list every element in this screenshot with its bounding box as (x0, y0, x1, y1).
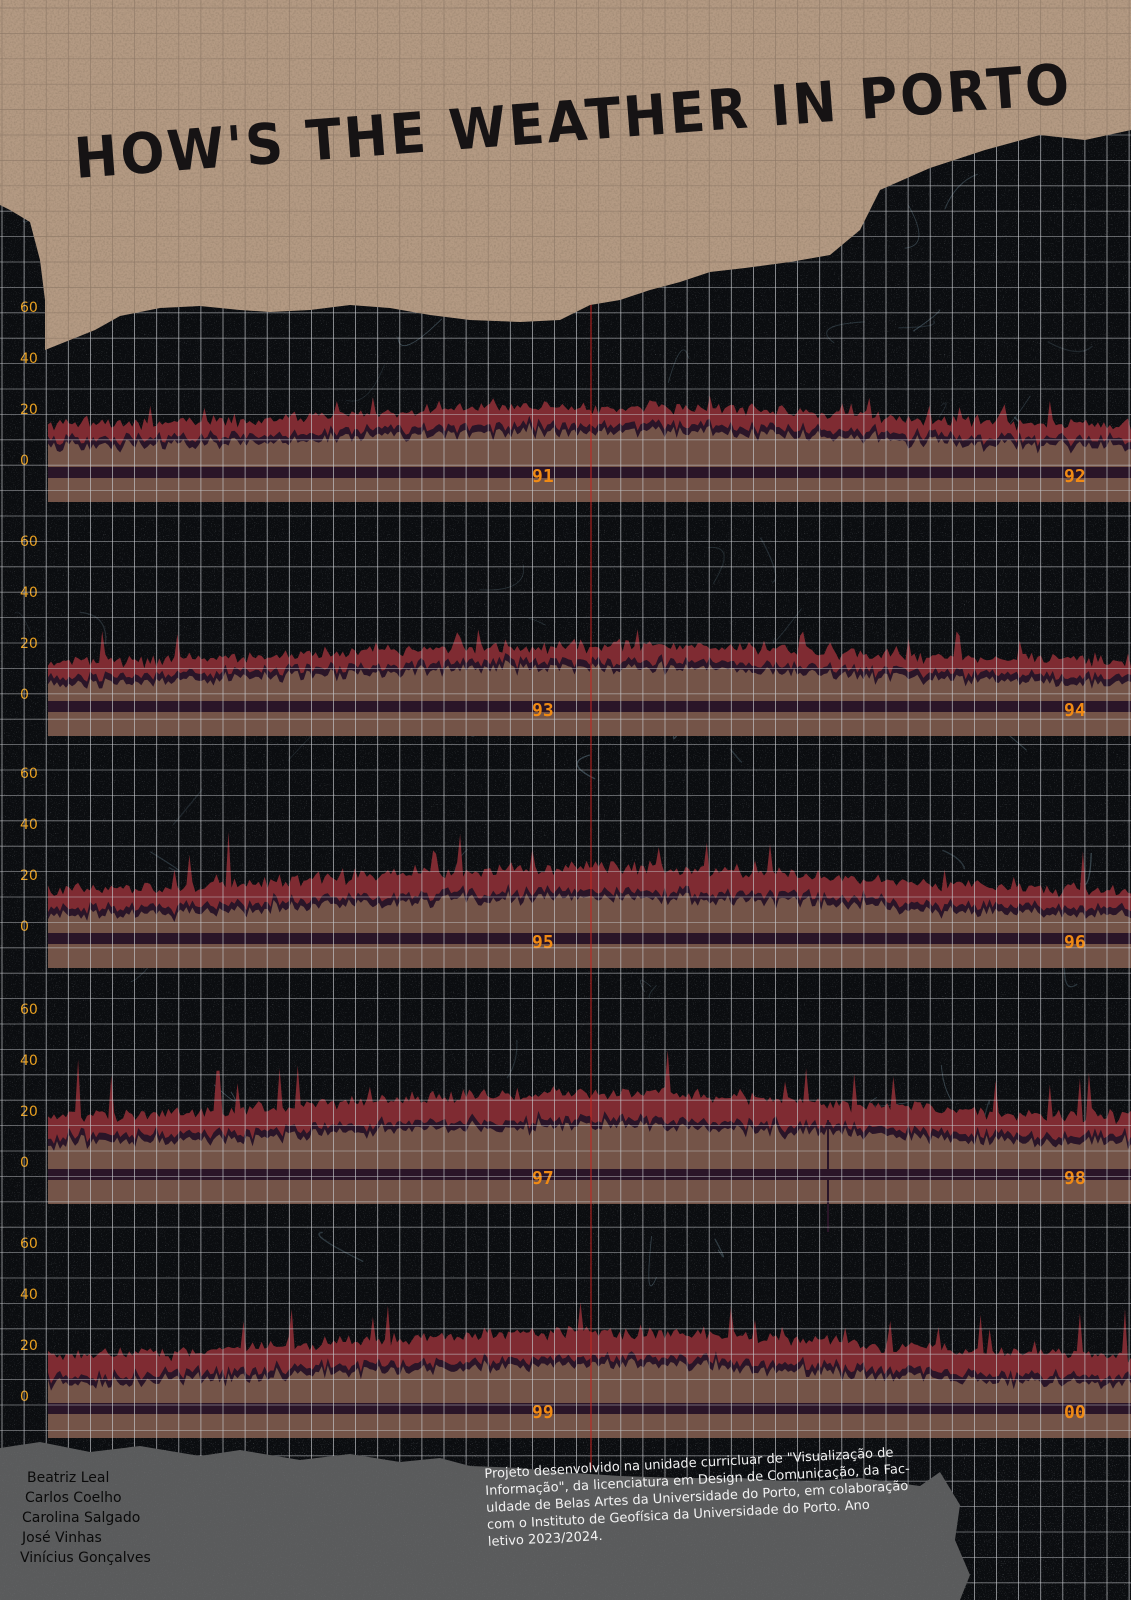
y-tick-label: 20 (20, 1338, 38, 1354)
y-tick-label: 40 (20, 1287, 38, 1303)
year-label: 94 (1064, 700, 1086, 721)
author-name: Carlos Coelho (25, 1490, 122, 1506)
y-tick-label: 60 (20, 534, 38, 550)
y-tick-label: 20 (20, 1104, 38, 1120)
year-label: 97 (532, 1168, 554, 1189)
weather-poster: 0204060919202040609394020406095960204060… (0, 0, 1131, 1600)
y-tick-label: 20 (20, 868, 38, 884)
y-tick-label: 60 (20, 300, 38, 316)
author-name: Carolina Salgado (22, 1510, 141, 1526)
year-label: 98 (1064, 1168, 1086, 1189)
y-tick-label: 40 (20, 817, 38, 833)
y-tick-label: 40 (20, 1053, 38, 1069)
y-tick-label: 20 (20, 636, 38, 652)
author-name: Beatriz Leal (27, 1470, 110, 1486)
y-tick-label: 40 (20, 351, 38, 367)
year-label: 92 (1064, 466, 1086, 487)
year-label: 95 (532, 932, 554, 953)
y-tick-label: 60 (20, 1236, 38, 1252)
y-tick-label: 40 (20, 585, 38, 601)
y-tick-label: 60 (20, 766, 38, 782)
year-label: 93 (532, 700, 554, 721)
year-label: 96 (1064, 932, 1086, 953)
y-tick-label: 20 (20, 402, 38, 418)
year-label: 91 (532, 466, 554, 487)
author-name: José Vinhas (22, 1530, 102, 1546)
y-tick-label: 60 (20, 1002, 38, 1018)
author-name: Vinícius Gonçalves (20, 1550, 151, 1566)
